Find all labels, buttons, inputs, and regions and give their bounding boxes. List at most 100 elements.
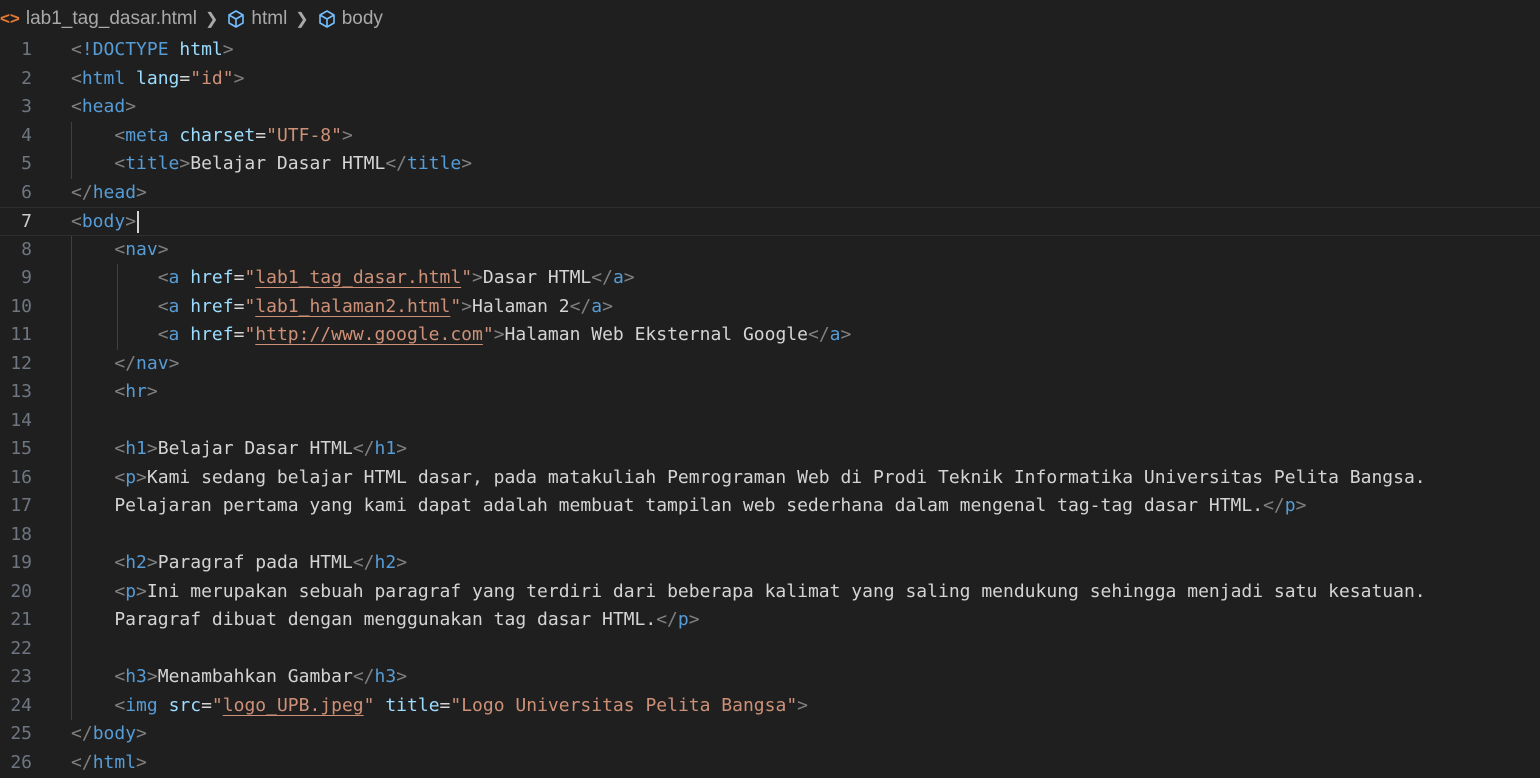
code-token: Kami sedang belajar HTML dasar, pada mat…	[146, 466, 1426, 488]
code-token: "	[461, 267, 473, 288]
code-token: "	[244, 267, 256, 288]
code-line[interactable]: 19 <h2>Paragraf pada HTML</h2>	[0, 549, 1540, 578]
code-line[interactable]: 26 </html>	[0, 749, 1540, 778]
code-token: href	[190, 324, 234, 345]
line-number: 6	[21, 181, 32, 203]
code-token: <	[157, 324, 169, 345]
code-token: "id"	[190, 67, 234, 89]
code-token: charset	[179, 124, 256, 146]
code-token: p	[125, 580, 137, 602]
indent-guide	[117, 264, 118, 350]
code-token: >	[146, 666, 158, 687]
code-token: title	[385, 694, 440, 716]
code-text: <img src="logo_UPB.jpeg" title="Logo Uni…	[71, 692, 808, 721]
line-number: 20	[10, 580, 32, 602]
code-line[interactable]: 25 </body>	[0, 720, 1540, 749]
code-line[interactable]: 18	[0, 521, 1540, 550]
code-line[interactable]: 15 <h1>Belajar Dasar HTML</h1>	[0, 435, 1540, 464]
code-line[interactable]: 11 <a href="http://www.google.com">Halam…	[0, 321, 1540, 350]
line-number: 17	[10, 495, 32, 516]
code-line[interactable]: 20 <p>Ini merupakan sebuah paragraf yang…	[0, 578, 1540, 607]
code-token: </	[385, 153, 407, 174]
code-line[interactable]: 2 <html lang="id">	[0, 65, 1540, 94]
code-text: <a href="lab1_tag_dasar.html">Dasar HTML…	[71, 264, 635, 293]
code-line[interactable]: 5 <title>Belajar Dasar HTML</title>	[0, 150, 1540, 179]
code-token: >	[125, 96, 137, 117]
code-line[interactable]: 22	[0, 635, 1540, 664]
code-line[interactable]: 4 <meta charset="UTF-8">	[0, 122, 1540, 151]
code-token: <	[114, 124, 126, 146]
code-token: >	[396, 438, 408, 459]
code-token: <	[114, 153, 126, 174]
code-token: =	[255, 124, 267, 146]
symbol-element-icon	[228, 10, 245, 28]
code-text: <title>Belajar Dasar HTML</title>	[71, 150, 472, 179]
code-token[interactable]: lab1_halaman2.html	[255, 296, 450, 317]
code-line[interactable]: 21 Paragraf dibuat dengan menggunakan ta…	[0, 606, 1540, 635]
code-token: </	[352, 552, 375, 573]
code-line[interactable]: 9 <a href="lab1_tag_dasar.html">Dasar HT…	[0, 264, 1540, 293]
code-text: </html>	[71, 749, 147, 778]
code-token: img	[125, 694, 158, 716]
code-line[interactable]: 12 </nav>	[0, 350, 1540, 379]
code-line[interactable]: 24 <img src="logo_UPB.jpeg" title="Logo …	[0, 692, 1540, 721]
code-line[interactable]: 17 Pelajaran pertama yang kami dapat ada…	[0, 492, 1540, 521]
code-token: h3	[125, 666, 147, 687]
breadcrumb-file[interactable]: lab1_tag_dasar.html	[26, 8, 197, 30]
code-line[interactable]: 6 </head>	[0, 179, 1540, 208]
code-text: <p>Ini merupakan sebuah paragraf yang te…	[71, 578, 1425, 607]
code-token: >	[341, 124, 353, 146]
line-number: 14	[10, 409, 32, 431]
code-line[interactable]: 3 <head>	[0, 93, 1540, 122]
line-number: 25	[10, 723, 32, 744]
code-line[interactable]: 8 <nav>	[0, 236, 1540, 265]
code-text: <body>	[71, 208, 140, 237]
line-number: 12	[10, 352, 32, 374]
breadcrumb-item-html[interactable]: html	[251, 8, 287, 30]
breadcrumb: <> lab1_tag_dasar.html ❯ html ❯ body	[0, 0, 1540, 38]
line-number: 22	[10, 637, 32, 659]
code-token: html	[81, 67, 126, 89]
code-line[interactable]: 23 <h3>Menambahkan Gambar</h3>	[0, 663, 1540, 692]
code-token: <	[114, 580, 126, 602]
line-number: 24	[10, 694, 32, 716]
code-line[interactable]: 7 <body>	[0, 207, 1540, 236]
code-token: </	[807, 324, 830, 345]
code-token[interactable]: lab1_tag_dasar.html	[255, 267, 461, 288]
code-text: <!DOCTYPE html>	[71, 36, 234, 65]
chevron-right-icon: ❯	[204, 11, 219, 28]
code-token: >	[125, 211, 137, 232]
code-line[interactable]: 13 <hr>	[0, 378, 1540, 407]
code-token: <	[71, 96, 82, 117]
line-number: 11	[10, 324, 32, 345]
code-token: "	[244, 324, 256, 345]
code-token: >	[136, 466, 147, 488]
code-text: Pelajaran pertama yang kami dapat adalah…	[71, 492, 1306, 521]
code-token: h1	[125, 438, 147, 459]
code-line[interactable]: 14	[0, 407, 1540, 436]
code-line[interactable]: 10 <a href="lab1_halaman2.html">Halaman …	[0, 293, 1540, 322]
code-text: <meta charset="UTF-8">	[71, 122, 353, 151]
line-number: 15	[10, 438, 32, 459]
code-token: </	[71, 181, 93, 203]
code-token: >	[493, 324, 505, 345]
code-editor[interactable]: 1 <!DOCTYPE html> 2 <html lang="id"> 3 <head>…	[0, 36, 1540, 778]
code-token[interactable]: http://www.google.com	[255, 324, 483, 345]
breadcrumb-item-body[interactable]: body	[342, 8, 383, 30]
code-token: </	[71, 751, 93, 773]
code-text: <a href="http://www.google.com">Halaman …	[71, 321, 852, 350]
code-line[interactable]: 1 <!DOCTYPE html>	[0, 36, 1540, 65]
code-token: Belajar Dasar HTML	[157, 438, 353, 459]
code-line[interactable]: 16 <p>Kami sedang belajar HTML dasar, pa…	[0, 464, 1540, 493]
code-token: >	[222, 39, 234, 60]
code-token[interactable]: logo_UPB.jpeg	[223, 695, 364, 716]
